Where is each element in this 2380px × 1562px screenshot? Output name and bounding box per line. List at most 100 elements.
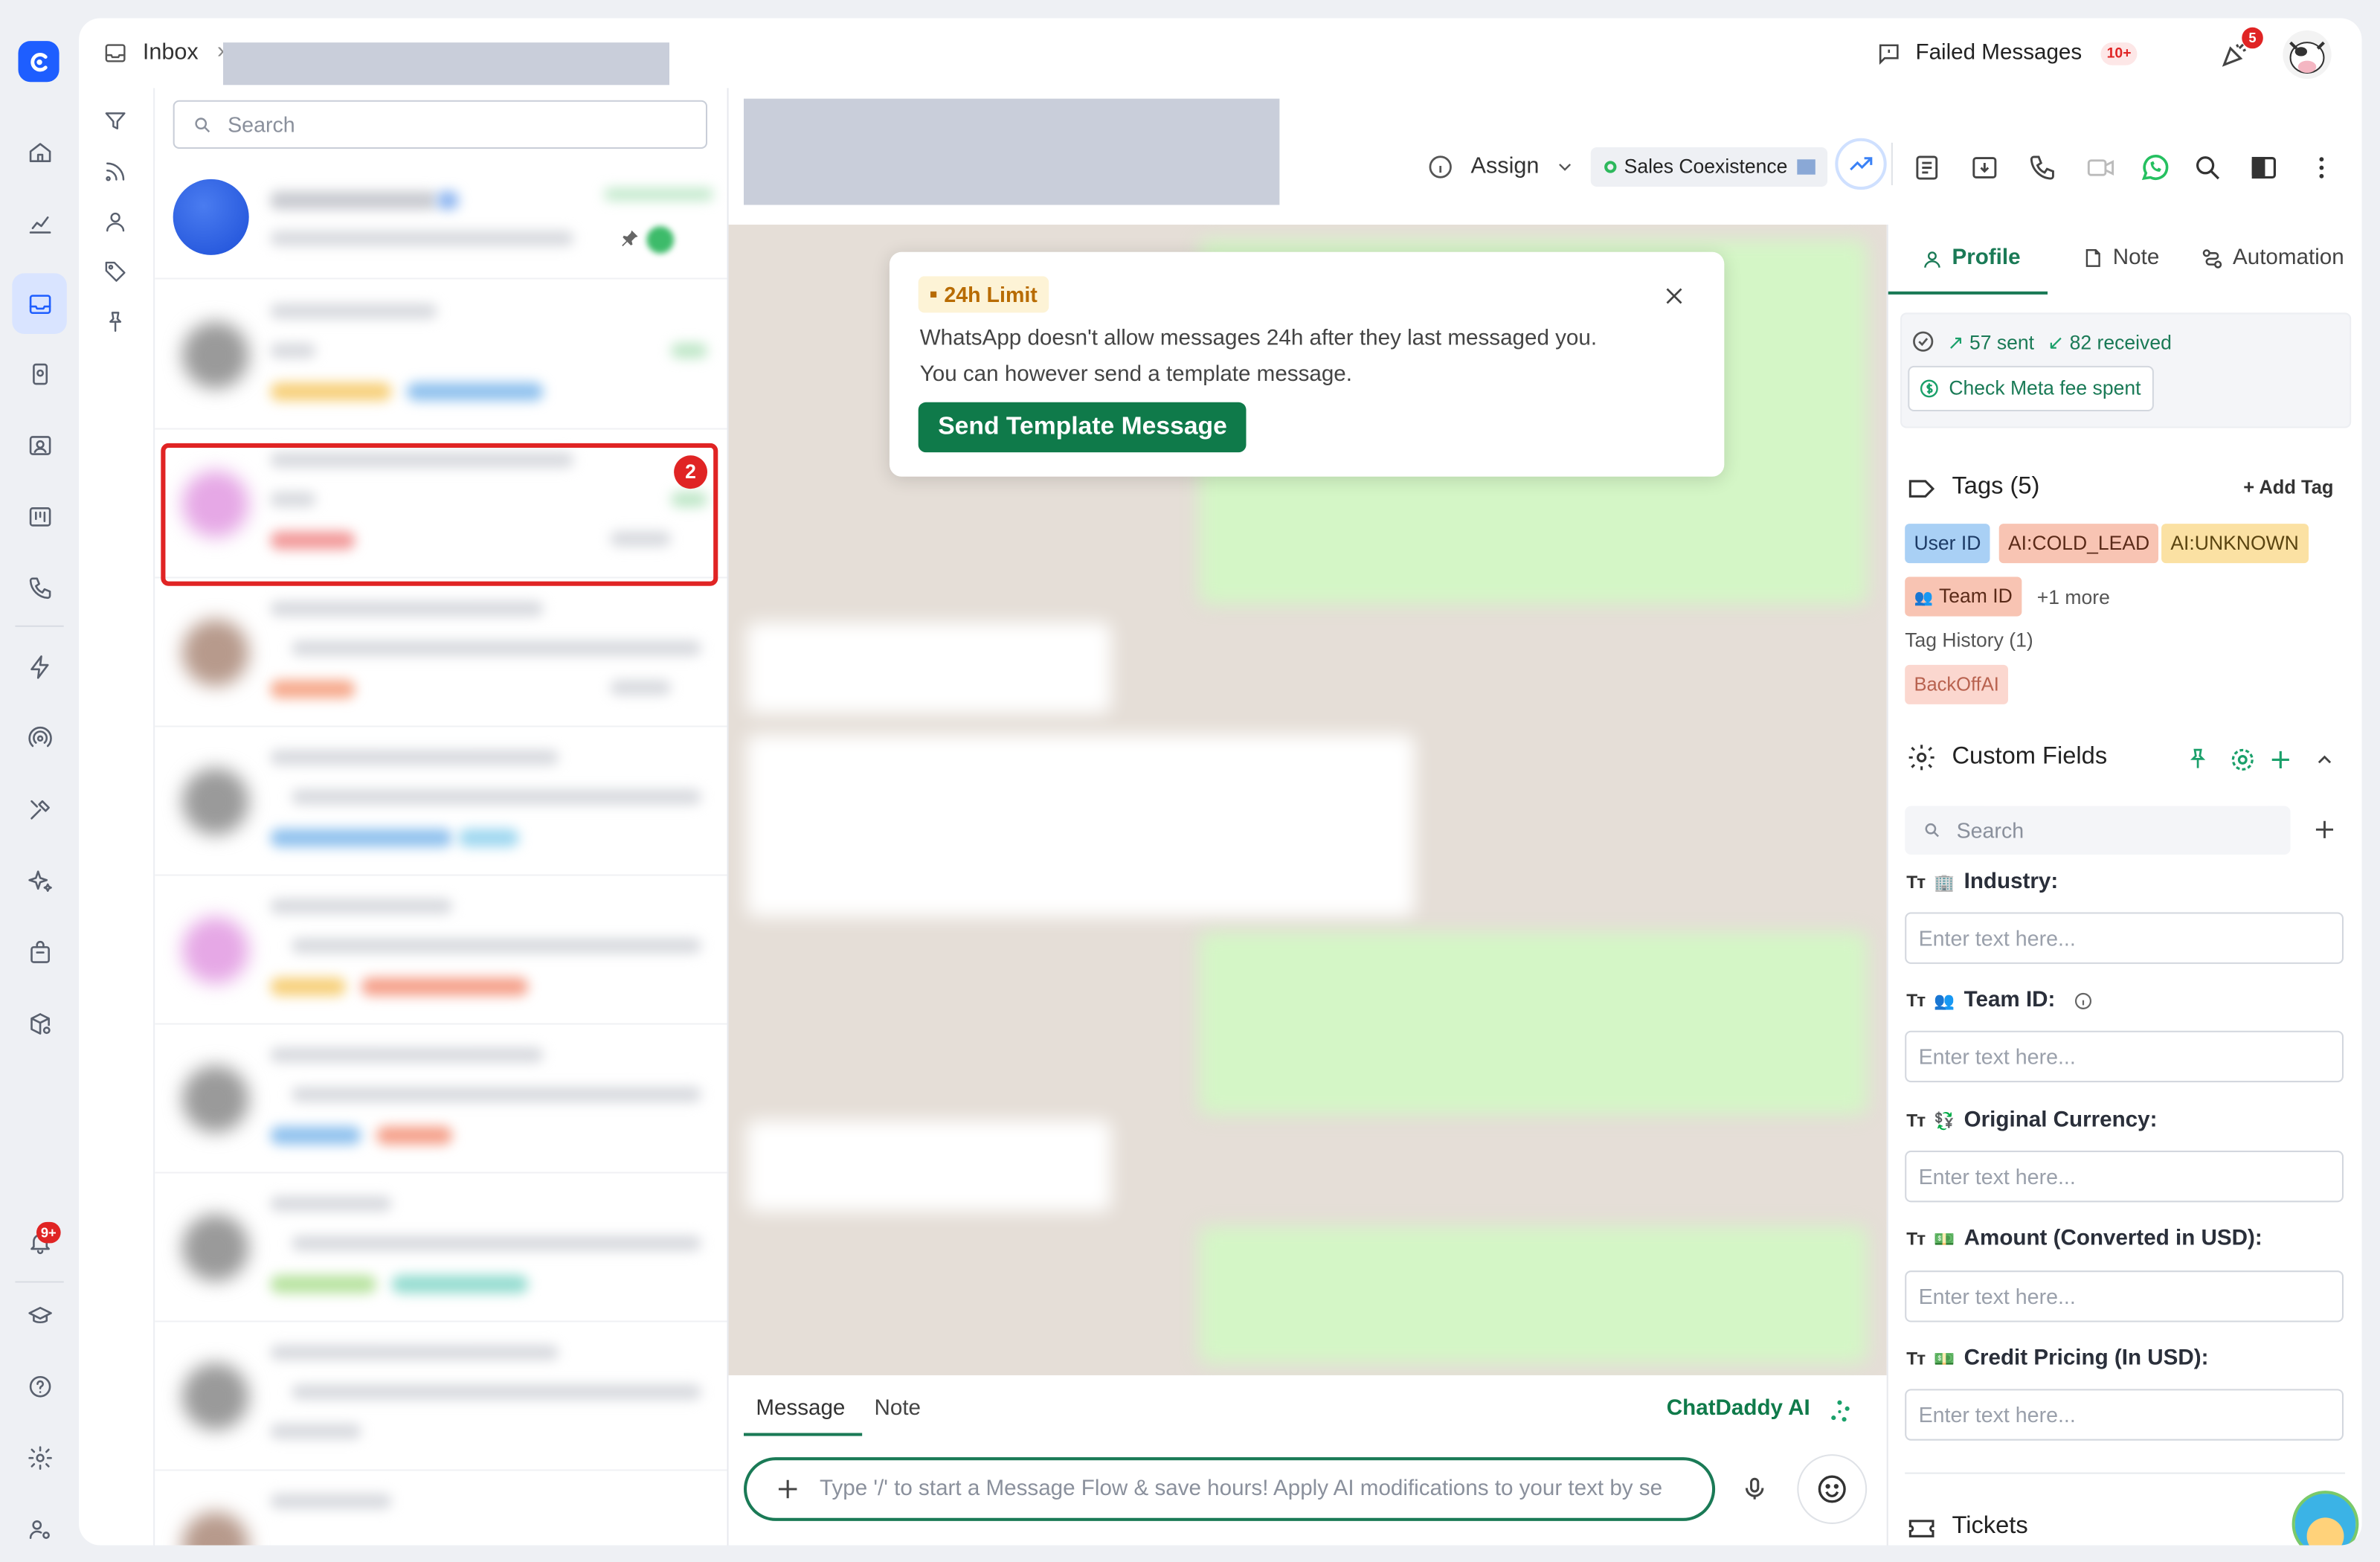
archive-icon[interactable] — [1970, 153, 1999, 182]
message-input[interactable]: Type '/' to start a Message Flow & save … — [743, 1457, 1716, 1521]
pin-icon[interactable] — [103, 309, 131, 337]
add-tag-button[interactable]: + Add Tag — [2243, 477, 2333, 498]
filter-icon[interactable] — [103, 109, 131, 137]
emoji-icon — [1818, 1475, 1846, 1503]
ai-sparkle-icon[interactable] — [22, 862, 58, 899]
more-tags-link[interactable]: +1 more — [2037, 586, 2110, 609]
close-icon[interactable] — [1662, 284, 1687, 309]
note-icon — [2085, 249, 2100, 267]
tickets-title: Tickets — [1952, 1513, 2028, 1540]
user-avatar[interactable] — [2283, 30, 2332, 80]
team-settings-icon[interactable] — [22, 1511, 58, 1547]
inbox-icon[interactable] — [22, 286, 58, 322]
search-chat-icon[interactable] — [2193, 153, 2222, 182]
pin-icon — [620, 228, 641, 249]
field-settings-icon[interactable] — [2228, 745, 2257, 774]
24h-limit-message: WhatsApp doesn't allow messages 24h afte… — [919, 326, 1598, 351]
tab-automation[interactable]: Automation — [2201, 246, 2344, 270]
conversation-item[interactable] — [155, 1026, 727, 1174]
info-icon[interactable] — [2074, 991, 2094, 1011]
shop-bag-icon[interactable] — [22, 933, 58, 970]
home-icon[interactable] — [22, 134, 58, 170]
help-icon[interactable] — [22, 1368, 58, 1404]
tab-note[interactable]: Note — [2082, 246, 2159, 270]
pin-field-icon[interactable] — [2186, 747, 2210, 771]
person-icon[interactable] — [103, 210, 131, 237]
custom-fields-gear-icon — [1906, 742, 1937, 773]
analytics-icon[interactable] — [22, 205, 58, 242]
package-settings-icon[interactable] — [22, 1005, 58, 1041]
custom-field-search-input[interactable]: Search — [1905, 806, 2291, 855]
settings-gear-icon[interactable] — [22, 1439, 58, 1476]
24h-limit-badge: 24h Limit — [918, 276, 1050, 313]
tab-note[interactable]: Note — [875, 1397, 922, 1421]
tag-ai-unknown[interactable]: AI:UNKNOWN — [2161, 524, 2309, 564]
conversation-item[interactable] — [155, 1175, 727, 1322]
phone-icon[interactable] — [22, 569, 58, 605]
selected-conversation-badge: 2 — [674, 455, 708, 489]
conversation-search-input[interactable]: Search — [173, 100, 708, 149]
more-options-icon[interactable] — [2307, 153, 2336, 182]
feed-icon[interactable] — [103, 159, 131, 187]
conversation-item[interactable] — [155, 1324, 727, 1471]
tab-profile[interactable]: Profile — [1888, 225, 2048, 295]
add-field-icon[interactable] — [2268, 747, 2294, 773]
conversation-item[interactable] — [155, 283, 727, 430]
send-template-button[interactable]: Send Template Message — [918, 402, 1247, 453]
amount-usd-input[interactable]: Enter text here... — [1905, 1270, 2344, 1322]
add-custom-field-icon[interactable] — [2312, 817, 2338, 843]
conversation-item[interactable] — [155, 878, 727, 1025]
notifications-badge: 9+ — [36, 1221, 61, 1244]
filter-column — [79, 88, 155, 1546]
tag-outline-icon — [1906, 474, 1937, 504]
tag-ai-cold-lead[interactable]: AI:COLD_LEAD — [1998, 524, 2159, 564]
chevron-down-icon[interactable] — [1554, 156, 1576, 178]
trending-icon[interactable] — [1835, 138, 1887, 190]
notes-list-icon[interactable] — [1912, 153, 1941, 182]
tab-message[interactable]: Message — [756, 1397, 845, 1421]
dollar-icon — [1920, 379, 1938, 398]
contact-card-icon[interactable] — [22, 426, 58, 463]
academy-icon[interactable] — [22, 1296, 58, 1333]
app-logo[interactable] — [18, 41, 60, 83]
contacts-icon[interactable] — [22, 356, 58, 392]
whatsapp-icon[interactable] — [2138, 152, 2170, 184]
original-currency-input[interactable]: Enter text here... — [1905, 1150, 2344, 1203]
tools-icon[interactable] — [22, 791, 58, 827]
microphone-icon[interactable] — [1741, 1476, 1769, 1503]
assistant-avatar[interactable] — [2291, 1491, 2359, 1546]
add-attachment-icon[interactable] — [774, 1476, 802, 1503]
credit-pricing-input[interactable]: Enter text here... — [1905, 1389, 2344, 1441]
tag-user-id[interactable]: User ID — [1905, 524, 1990, 564]
conversation-item[interactable] — [155, 729, 727, 876]
chatdaddy-ai-button[interactable]: ChatDaddy AI — [1667, 1397, 1810, 1421]
ai-sparkle-icon[interactable] — [1827, 1400, 1852, 1424]
conversation-list: Search 2 — [155, 88, 729, 1546]
team-id-input[interactable]: Enter text here... — [1905, 1030, 2344, 1083]
automation-bolt-icon[interactable] — [22, 648, 58, 684]
tag-team-id[interactable]: 👥 Team ID — [1905, 576, 2022, 617]
conversation-item-pinned[interactable] — [155, 161, 727, 280]
check-meta-fee-button[interactable]: Check Meta fee spent — [1908, 365, 2155, 412]
failed-messages-link[interactable]: Failed Messages — [1915, 41, 2082, 65]
tag-icon[interactable] — [103, 260, 131, 287]
failed-messages-icon[interactable] — [1876, 41, 1902, 67]
breadcrumb-inbox[interactable]: Inbox — [143, 39, 199, 65]
conversation-item[interactable] — [155, 580, 727, 727]
emoji-button[interactable] — [1797, 1454, 1868, 1524]
kanban-icon[interactable] — [22, 498, 58, 534]
assign-dropdown[interactable]: Assign — [1471, 153, 1540, 179]
info-icon[interactable] — [1427, 153, 1454, 181]
broadcast-icon[interactable] — [22, 719, 58, 756]
video-call-icon[interactable] — [2085, 153, 2116, 182]
composer: Message Note ChatDaddy AI Type '/' to st… — [728, 1375, 1887, 1546]
conversation-item[interactable] — [155, 1473, 727, 1546]
industry-input[interactable]: Enter text here... — [1905, 912, 2344, 964]
search-placeholder: Search — [228, 112, 295, 137]
account-chip[interactable]: Sales Coexistence — [1590, 147, 1828, 187]
call-icon[interactable] — [2028, 153, 2057, 182]
collapse-icon[interactable] — [2313, 748, 2336, 771]
automation-icon — [2202, 248, 2222, 268]
toggle-panel-icon[interactable] — [2249, 153, 2278, 182]
tag-history-label[interactable]: Tag History (1) — [1905, 629, 2033, 652]
